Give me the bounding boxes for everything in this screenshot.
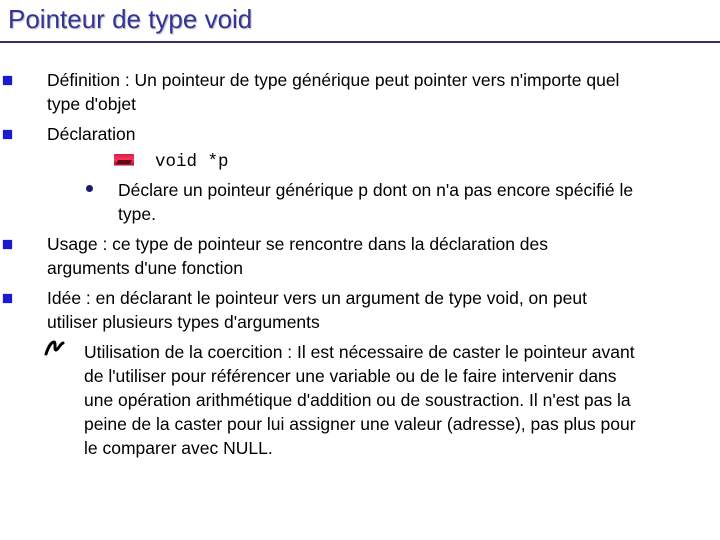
- square-bullet-icon: [3, 294, 12, 303]
- definition-line-1: Définition : Un pointeur de type génériq…: [47, 70, 620, 90]
- coercition-line-3: une opération arithmétique d'addition ou…: [84, 390, 631, 410]
- coercition-line-1: Utilisation de la coercition : Il est né…: [84, 342, 635, 362]
- swirl-bullet-icon: [44, 340, 65, 356]
- idee-line-1: Idée : en déclarant le pointeur vers un …: [47, 288, 587, 308]
- square-bullet-icon: [3, 130, 12, 139]
- definition-line-2: type d'objet: [47, 94, 136, 114]
- usage-line-1: Usage : ce type de pointeur se rencontre…: [47, 234, 549, 254]
- declare-line-2: type.: [118, 204, 156, 224]
- dot-bullet-icon: [86, 185, 93, 192]
- usage-line-2: arguments d'une fonction: [47, 258, 243, 278]
- idee-line-2: utiliser plusieurs types d'arguments: [47, 312, 320, 332]
- picture-bullet-icon: [114, 154, 134, 169]
- title-divider: [0, 41, 720, 43]
- coercition-line-2: de l'utiliser pour référencer une variab…: [84, 366, 617, 386]
- code-void-pointer: void *p: [155, 152, 229, 172]
- slide-title: Pointeur de type void: [8, 4, 253, 34]
- square-bullet-icon: [3, 240, 12, 249]
- square-bullet-icon: [3, 76, 12, 85]
- declare-line-1: Déclare un pointeur générique p dont on …: [118, 180, 634, 200]
- declaration-label: Déclaration: [47, 124, 136, 144]
- coercition-line-4: peine de la caster pour lui assigner une…: [84, 414, 636, 434]
- coercition-line-5: le comparer avec NULL.: [84, 438, 273, 458]
